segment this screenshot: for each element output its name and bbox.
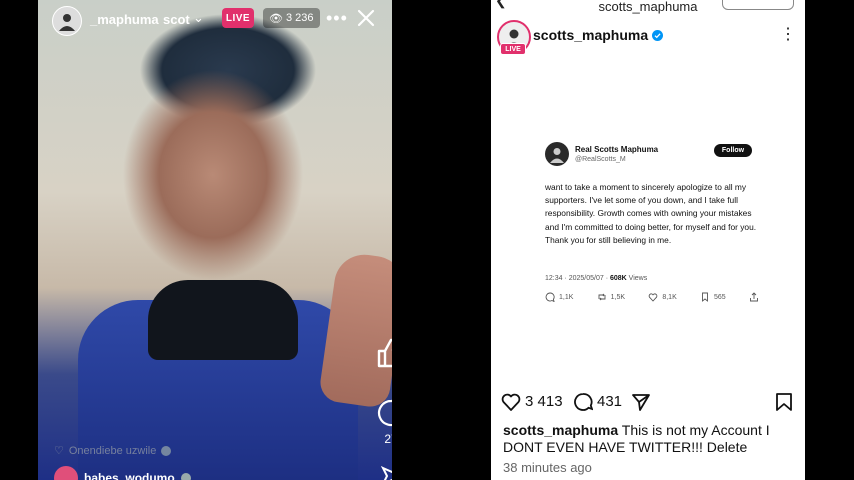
tweet-author-handle: @RealScotts_M xyxy=(575,156,626,163)
send-icon[interactable] xyxy=(631,392,651,412)
chevron-down-icon[interactable]: ⌄ xyxy=(193,10,204,26)
live-comment-count: 27 xyxy=(384,432,392,446)
heart-icon xyxy=(649,293,658,302)
tweet-views-label: Views xyxy=(626,275,648,282)
live-badge: LIVE xyxy=(222,8,254,28)
caption-username[interactable]: scotts_maphuma xyxy=(503,422,618,438)
person-icon xyxy=(550,148,564,163)
post-like-count[interactable]: 3 413 xyxy=(525,393,563,410)
verified-icon xyxy=(161,445,172,456)
comment-icon[interactable] xyxy=(573,392,593,412)
tweet-replies-count: 1,1K xyxy=(559,293,574,301)
post-timestamp: 38 minutes ago xyxy=(503,460,592,475)
tweet-views-count: 608K xyxy=(610,275,627,282)
tweet-bookmarks-count: 565 xyxy=(714,293,726,301)
tweet-replies: 1,1K xyxy=(545,292,573,302)
reply-icon xyxy=(545,292,555,302)
tweet-share xyxy=(749,292,759,302)
live-comment: ♡ Onendiebe uzwile xyxy=(54,444,172,457)
live-comment-user: Onendiebe uzwile xyxy=(68,444,157,457)
video-scene-hand xyxy=(317,250,392,410)
heart-icon: ♡ xyxy=(54,445,64,457)
heart-icon[interactable] xyxy=(501,392,521,412)
send-icon[interactable] xyxy=(381,466,392,480)
more-options-icon[interactable]: ••• xyxy=(326,8,348,29)
tweet-follow-button: Follow xyxy=(714,144,752,157)
tweet-likes-count: 8,1K xyxy=(662,293,677,301)
comment-icon[interactable] xyxy=(376,398,392,428)
tweet-actions: 1,1K 1,5K 8,1K 565 xyxy=(545,292,759,302)
tweet-meta: 12:34 · 2025/05/07 · 608K Views xyxy=(545,275,647,282)
tweet-author-name: Real Scotts Maphuma xyxy=(575,145,659,154)
tweet-bookmarks: 565 xyxy=(700,292,726,302)
eye-icon: 👁 xyxy=(269,12,283,25)
live-host-username-secondary[interactable]: scot xyxy=(163,12,190,27)
share-icon xyxy=(750,292,758,302)
live-video[interactable]: _maphuma scot ⌄ LIVE 👁 3 236 ••• 27 ♡ On… xyxy=(38,0,392,480)
tweet-text: want to take a moment to sincerely apolo… xyxy=(545,182,757,245)
live-comment-user[interactable]: babes_wodumo xyxy=(84,471,175,480)
viewer-count-badge: 👁 3 236 xyxy=(263,8,320,28)
retweet-icon xyxy=(598,293,606,301)
verified-icon xyxy=(652,29,664,41)
verified-icon xyxy=(180,473,191,480)
video-scene-collar xyxy=(148,280,298,360)
bookmark-icon xyxy=(702,292,708,302)
tweet-likes: 8,1K xyxy=(648,292,677,302)
person-icon xyxy=(59,14,75,31)
post-comment-count[interactable]: 431 xyxy=(597,393,622,410)
tweet-retweets-count: 1,5K xyxy=(610,293,626,301)
thumbs-up-icon[interactable] xyxy=(375,336,392,370)
viewer-count: 3 236 xyxy=(285,12,314,24)
live-badge: LIVE xyxy=(500,43,526,55)
tweet-retweets: 1,5K xyxy=(597,292,625,302)
more-options-icon[interactable]: ⋮ xyxy=(780,24,797,44)
follow-button-top[interactable] xyxy=(722,0,794,10)
tweet-time: 12:34 · 2025/05/07 · xyxy=(545,275,610,282)
live-host-avatar[interactable] xyxy=(52,6,82,36)
username-text[interactable]: scotts_maphuma xyxy=(533,27,648,43)
post-caption: scotts_maphuma This is not my Account I … xyxy=(503,422,793,456)
close-icon[interactable] xyxy=(354,6,378,30)
instagram-post: ❮ scotts_maphuma LIVE scotts_maphuma ⋮ R… xyxy=(491,0,805,480)
post-author-username[interactable]: scotts_maphuma xyxy=(533,27,664,43)
bookmark-icon[interactable] xyxy=(775,392,793,412)
live-comment: babes_wodumo xyxy=(54,466,191,480)
live-host-username[interactable]: _maphuma xyxy=(90,12,159,27)
avatar xyxy=(54,466,78,480)
tweet-avatar xyxy=(545,142,569,166)
